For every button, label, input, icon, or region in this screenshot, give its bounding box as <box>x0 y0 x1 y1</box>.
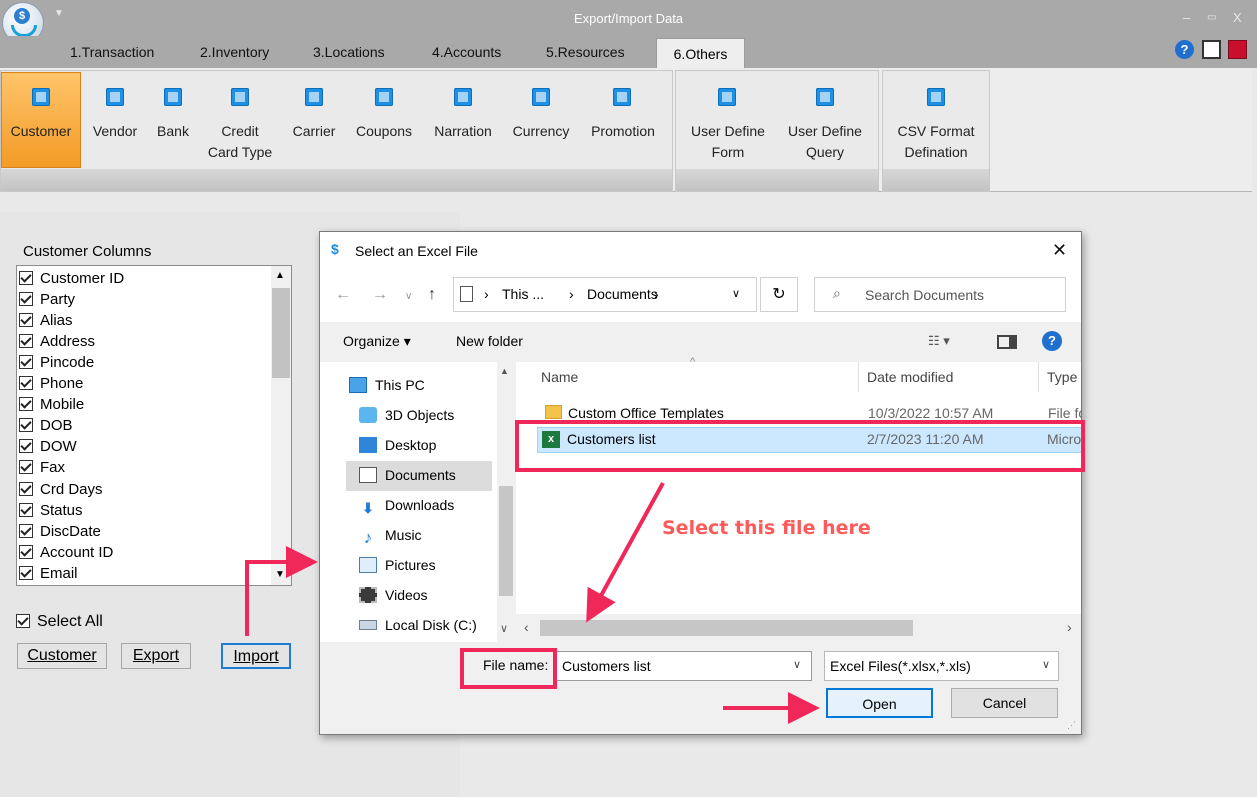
annotation-arrows <box>245 482 820 724</box>
arrow-import-to-dialog <box>245 546 318 636</box>
arrow-to-file-row <box>586 482 665 623</box>
